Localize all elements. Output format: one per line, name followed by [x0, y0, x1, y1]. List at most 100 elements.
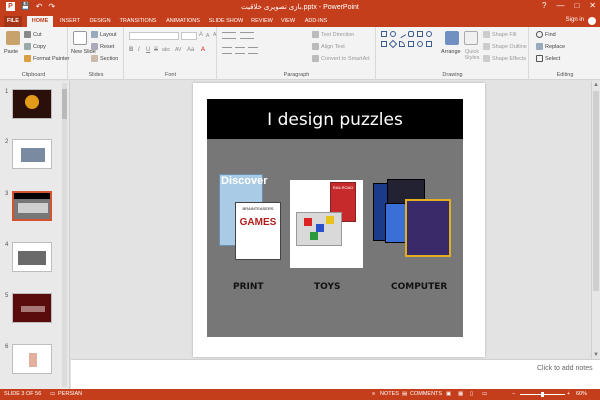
proofing-icon[interactable]: ▭ [50, 389, 55, 400]
toys-image[interactable]: RAILROAD [290, 180, 363, 268]
select-button[interactable]: Select [536, 55, 560, 62]
print-puzzles-image[interactable]: Discover BRAINTEASERS GAMES [219, 174, 281, 260]
paste-button[interactable]: Paste [4, 49, 18, 55]
tab-review[interactable]: REVIEW [249, 16, 275, 27]
tab-design[interactable]: DESIGN [87, 16, 113, 27]
reading-view-icon[interactable]: ▯ [470, 389, 473, 400]
clear-formatting-button[interactable]: A [213, 32, 216, 38]
maximize-button[interactable]: □ [574, 1, 579, 10]
scrollbar-thumb[interactable] [593, 91, 599, 291]
line-shape-icon[interactable] [397, 29, 407, 39]
shrink-font-button[interactable]: A [206, 33, 209, 39]
tab-home[interactable]: HOME [27, 16, 53, 27]
category-label-computer[interactable]: COMPUTER [391, 282, 447, 292]
scroll-down-arrow-icon[interactable]: ▼ [593, 352, 599, 358]
strikethrough-button[interactable]: S [154, 47, 158, 53]
font-color-button[interactable]: A [201, 47, 205, 53]
text-shadow-button[interactable]: abc [162, 47, 170, 53]
slide-show-view-icon[interactable]: ▭ [482, 389, 487, 400]
bold-button[interactable]: B [129, 47, 133, 53]
language-indicator[interactable]: PERSIAN [58, 389, 82, 400]
align-text-button[interactable]: Align Text [312, 43, 345, 50]
slide-thumbnail[interactable] [12, 89, 52, 119]
circle-shape-icon[interactable] [426, 31, 432, 37]
normal-view-icon[interactable]: ▣ [446, 389, 451, 400]
star-shape-icon[interactable] [426, 41, 432, 47]
numbering-button[interactable] [240, 32, 254, 39]
quick-styles-button[interactable]: Quick Styles [462, 49, 482, 61]
slide-thumbnail[interactable] [12, 293, 52, 323]
copy-button[interactable]: Copy [24, 43, 46, 50]
font-name-field[interactable] [129, 32, 179, 40]
notes-toggle[interactable]: NOTES [380, 389, 399, 400]
scrollbar-thumb[interactable] [62, 89, 67, 119]
character-spacing-button[interactable]: AV [175, 47, 181, 53]
curve-shape-icon[interactable] [399, 41, 405, 47]
zoom-slider-thumb[interactable] [541, 392, 544, 397]
align-left-button[interactable] [222, 47, 232, 54]
minimize-button[interactable]: — [556, 1, 564, 10]
notes-icon[interactable]: ≡ [372, 389, 375, 400]
reset-button[interactable]: Reset [91, 43, 114, 50]
zoom-level[interactable]: 60% [576, 389, 587, 400]
comments-icon[interactable]: ▤ [402, 389, 407, 400]
tab-file[interactable]: FILE [4, 16, 22, 27]
arrow-shape-icon[interactable] [417, 31, 423, 37]
computer-games-image[interactable] [373, 179, 455, 261]
font-size-field[interactable] [181, 32, 197, 40]
comments-toggle[interactable]: COMMENTS [410, 389, 442, 400]
zoom-in-icon[interactable]: + [567, 389, 570, 400]
slide-thumbnail[interactable] [12, 344, 52, 374]
category-label-print[interactable]: PRINT [233, 282, 264, 292]
account-icon[interactable] [588, 17, 596, 25]
rectangle-shape-icon[interactable] [381, 31, 387, 37]
shape-effects-button[interactable]: Shape Effects [483, 55, 526, 62]
zoom-out-icon[interactable]: − [512, 389, 515, 400]
slide-sorter-view-icon[interactable]: ▦ [458, 389, 463, 400]
italic-button[interactable]: I [138, 47, 140, 53]
rounded-rect-shape-icon[interactable] [408, 31, 414, 37]
find-button[interactable]: Find [536, 31, 556, 38]
slide-thumbnail-selected[interactable] [12, 191, 52, 221]
slide-title[interactable]: I design puzzles [207, 110, 463, 130]
oval-shape-icon[interactable] [390, 31, 396, 37]
shape-outline-button[interactable]: Shape Outline [483, 43, 527, 50]
format-painter-button[interactable]: Format Painter [24, 55, 69, 62]
cut-button[interactable]: Cut [24, 31, 42, 38]
sign-in-link[interactable]: Sign in [566, 17, 584, 23]
align-center-button[interactable] [235, 47, 245, 54]
tab-transitions[interactable]: TRANSITIONS [118, 16, 158, 27]
diamond-shape-icon[interactable] [388, 39, 398, 49]
help-button[interactable]: ? [542, 1, 546, 10]
current-slide[interactable]: I design puzzles Discover BRAINTEASERS G… [193, 83, 485, 357]
tab-insert[interactable]: INSERT [57, 16, 83, 27]
square-shape-icon[interactable] [381, 41, 387, 47]
thumbnail-scrollbar[interactable] [62, 83, 67, 387]
slide-thumbnail[interactable] [12, 139, 52, 169]
category-label-toys[interactable]: TOYS [314, 282, 340, 292]
replace-button[interactable]: Replace [536, 43, 565, 50]
underline-button[interactable]: U [146, 47, 150, 53]
tab-animations[interactable]: ANIMATIONS [163, 16, 203, 27]
shape-fill-button[interactable]: Shape Fill [483, 31, 516, 38]
align-right-button[interactable] [248, 47, 258, 54]
tab-slide-show[interactable]: SLIDE SHOW [208, 16, 244, 27]
slide-thumbnail[interactable] [12, 242, 52, 272]
section-button[interactable]: Section [91, 55, 118, 62]
shapes-gallery[interactable] [381, 29, 441, 61]
text-direction-button[interactable]: Text Direction [312, 31, 354, 38]
change-case-button[interactable]: Aa [187, 47, 194, 53]
notes-pane[interactable]: Click to add notes [71, 359, 600, 389]
close-button[interactable]: ✕ [589, 1, 596, 10]
convert-smartart-button[interactable]: Convert to SmartArt [312, 55, 370, 62]
arrange-button[interactable]: Arrange [441, 49, 461, 55]
scroll-up-arrow-icon[interactable]: ▲ [593, 82, 599, 88]
layout-button[interactable]: Layout [91, 31, 117, 38]
bullets-button[interactable] [222, 32, 236, 39]
tab-add-ins[interactable]: ADD-INS [302, 16, 330, 27]
grow-font-button[interactable]: A [199, 32, 203, 38]
canvas-scrollbar[interactable]: ▲ ▼ [591, 81, 600, 359]
notes-placeholder[interactable]: Click to add notes [537, 365, 593, 372]
brace-shape-icon[interactable] [417, 41, 423, 47]
tab-view[interactable]: VIEW [278, 16, 298, 27]
